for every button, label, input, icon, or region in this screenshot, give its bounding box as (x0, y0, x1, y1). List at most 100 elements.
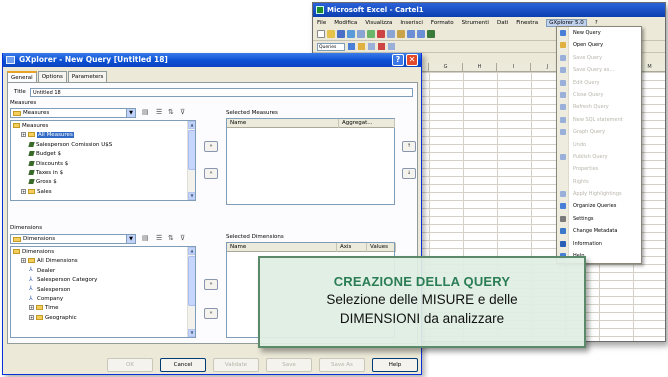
chevron-down-icon[interactable]: ▼ (126, 235, 135, 243)
menu-item-properties[interactable]: Properties (557, 163, 641, 175)
excel-menu-strumenti[interactable]: Strumenti (462, 20, 489, 26)
scroll-thumb[interactable] (188, 256, 195, 306)
measures-scrollbar[interactable]: ▲ ▼ (187, 121, 195, 200)
chevron-down-icon[interactable]: ▼ (126, 109, 135, 117)
excel-menu-finestra[interactable]: Finestra (516, 20, 538, 26)
menu-item-new-query[interactable]: New Query (557, 27, 641, 39)
sort-az-icon[interactable]: ⇅ (168, 108, 174, 116)
spellcheck-icon[interactable] (367, 30, 375, 38)
tree-node[interactable]: Discounts $ (28, 160, 68, 168)
add-dimension-button[interactable]: » (204, 279, 218, 290)
menu-item-new-sql-statement[interactable]: New SQL statement (557, 114, 641, 126)
cut-icon[interactable] (377, 30, 385, 38)
save-as-button[interactable]: Save As (319, 358, 365, 372)
scroll-up-icon[interactable]: ▲ (188, 121, 195, 129)
tree-node[interactable]: Dimensions (13, 248, 54, 256)
menu-item-organize-queries[interactable]: Organize Queries (557, 200, 641, 212)
tree-node[interactable]: Taxes in $ (28, 169, 63, 177)
properties-icon[interactable]: ▤ (142, 234, 149, 242)
save-query-icon[interactable] (368, 43, 375, 50)
col-values[interactable]: Values (367, 243, 396, 252)
selected-measures-grid[interactable]: Name Aggregat... (226, 118, 395, 205)
tree-node[interactable]: + Time (29, 304, 58, 312)
excel-menu-file[interactable]: File (317, 20, 326, 26)
move-down-button[interactable]: ↓ (402, 168, 416, 179)
title-input[interactable]: Untitled 18 (30, 88, 413, 97)
col-name[interactable]: Name (227, 119, 339, 128)
copy-icon[interactable] (387, 30, 395, 38)
menu-item-refresh-query[interactable]: Refresh Query (557, 101, 641, 113)
tree-expander-icon[interactable]: + (21, 132, 26, 138)
tree-node[interactable]: + Sales (21, 188, 52, 196)
list-view-icon[interactable]: ☰ (156, 108, 162, 116)
help-icon[interactable]: ? (392, 54, 404, 66)
menu-item-close-query[interactable]: Close Query (557, 89, 641, 101)
menu-item-save-query[interactable]: Save Query (557, 52, 641, 64)
tree-node[interactable]: ⅄ Dealer (29, 267, 55, 275)
menu-item-information[interactable]: Information (557, 238, 641, 250)
menu-item-open-query[interactable]: Open Query (557, 39, 641, 51)
remove-measure-button[interactable]: « (204, 168, 218, 179)
col-name[interactable]: Name (227, 243, 337, 252)
filter-icon[interactable]: ⊽ (180, 234, 185, 242)
save-disk-icon[interactable] (337, 30, 345, 38)
add-measure-button[interactable]: » (204, 141, 218, 152)
filter-icon[interactable]: ⊽ (180, 108, 185, 116)
column-header[interactable]: G (429, 63, 463, 71)
close-icon[interactable]: ✕ (406, 54, 418, 66)
dimensions-tree[interactable]: Dimensions + All Dimensions ⅄ Dealer ⅄ Salespe… (10, 246, 196, 338)
tree-expander-icon[interactable]: + (21, 188, 26, 194)
measures-tree[interactable]: Measures + All Measures Salesperson Comissi… (10, 120, 196, 201)
remove-dimension-button[interactable]: « (204, 308, 218, 319)
scroll-up-icon[interactable]: ▲ (188, 247, 195, 255)
scroll-down-icon[interactable]: ▼ (188, 192, 195, 200)
scroll-down-icon[interactable]: ▼ (188, 329, 195, 337)
dimensions-combo[interactable]: Dimensions ▼ (10, 234, 136, 244)
sort-az-icon[interactable]: ⇅ (168, 234, 174, 242)
column-header[interactable]: H (463, 63, 497, 71)
new-file-icon[interactable] (317, 30, 325, 38)
tree-expander-icon[interactable]: + (29, 314, 34, 320)
menu-item-graph-query[interactable]: Graph Query (557, 126, 641, 138)
menu-item-edit-query[interactable]: Edit Query (557, 77, 641, 89)
excel-menu-modifica[interactable]: Modifica (334, 20, 357, 26)
tree-node[interactable]: + Geographic (29, 314, 77, 322)
open-query-icon[interactable] (358, 43, 365, 50)
menu-item-rights[interactable]: Rights (557, 176, 641, 188)
menu-item-settings[interactable]: Settings (557, 213, 641, 225)
tree-node[interactable]: ⅄ Salesperson (29, 286, 71, 294)
col-axis[interactable]: Axis (337, 243, 367, 252)
tree-node[interactable]: ⅄ Company (29, 295, 63, 303)
paste-icon[interactable] (397, 30, 405, 38)
tree-node[interactable]: Measures (13, 122, 48, 130)
print-icon[interactable] (357, 30, 365, 38)
save-button[interactable]: Save (266, 358, 312, 372)
menu-item-save-query-as[interactable]: Save Query as... (557, 64, 641, 76)
menu-item-change-metadata[interactable]: Change Metadata (557, 225, 641, 237)
dialog-titlebar[interactable]: GXplorer - New Query [Untitled 18] ? ✕ (3, 53, 421, 67)
excel-menu-formato[interactable]: Formato (431, 20, 454, 26)
tree-node[interactable]: Salesperson Comission U$S (28, 141, 112, 149)
tree-node[interactable]: Gross $ (28, 178, 57, 186)
menu-item-apply-highlightings[interactable]: Apply Highlightings (557, 188, 641, 200)
tree-node[interactable]: + All Measures (21, 131, 74, 139)
excel-menu-dati[interactable]: Dati (497, 20, 508, 26)
undo-icon[interactable] (407, 30, 415, 38)
menu-item-publish-query[interactable]: Publish Query (557, 151, 641, 163)
measures-combo[interactable]: Measures ▼ (10, 108, 136, 118)
menu-item-undo[interactable]: Undo (557, 139, 641, 151)
dimensions-scrollbar[interactable]: ▲ ▼ (187, 247, 195, 337)
tree-node[interactable]: Budget $ (28, 150, 61, 158)
col-aggregation[interactable]: Aggregat... (339, 119, 395, 128)
chart-icon[interactable] (427, 30, 435, 38)
redo-icon[interactable] (417, 30, 425, 38)
tree-node[interactable]: + All Dimensions (21, 257, 78, 265)
tree-node[interactable]: ⅄ Salesperson Category (29, 276, 97, 284)
excel-menu-inserisci[interactable]: Inserisci (400, 20, 423, 26)
mail-icon[interactable] (347, 30, 355, 38)
scroll-thumb[interactable] (188, 130, 195, 170)
delete-query-icon[interactable] (378, 43, 385, 50)
ok-button[interactable]: OK (107, 358, 153, 372)
open-folder-icon[interactable] (327, 30, 335, 38)
move-up-button[interactable]: ↑ (402, 141, 416, 152)
